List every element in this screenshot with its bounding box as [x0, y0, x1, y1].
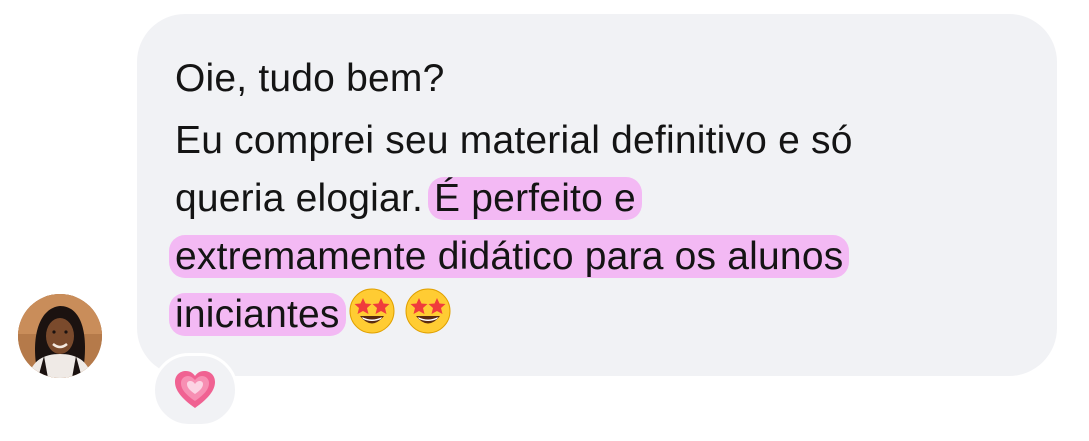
growing-heart-icon: [175, 371, 215, 408]
highlighted-text: iniciantes: [169, 293, 346, 336]
message-text: Oie, tudo bem? Eu comprei seu material d…: [169, 50, 1035, 344]
sender-avatar[interactable]: [18, 294, 102, 378]
star-struck-icon: [348, 287, 396, 335]
message-line-3: queria elogiar. É perfeito e: [175, 170, 1035, 228]
message-line-5: iniciantes: [169, 286, 1035, 344]
highlighted-text: É perfeito e: [428, 177, 642, 220]
highlighted-text: extremamente didático para os alunos: [169, 235, 850, 278]
star-struck-icon: [404, 287, 452, 335]
message-line-1: Oie, tudo bem?: [175, 57, 445, 100]
avatar-photo: [18, 294, 102, 378]
message-reaction[interactable]: [152, 353, 238, 427]
message-line-4: extremamente didático para os alunos: [169, 228, 1035, 286]
message-text-plain: queria elogiar.: [175, 177, 435, 220]
message-line-2: Eu comprei seu material definitivo e só: [175, 119, 853, 162]
